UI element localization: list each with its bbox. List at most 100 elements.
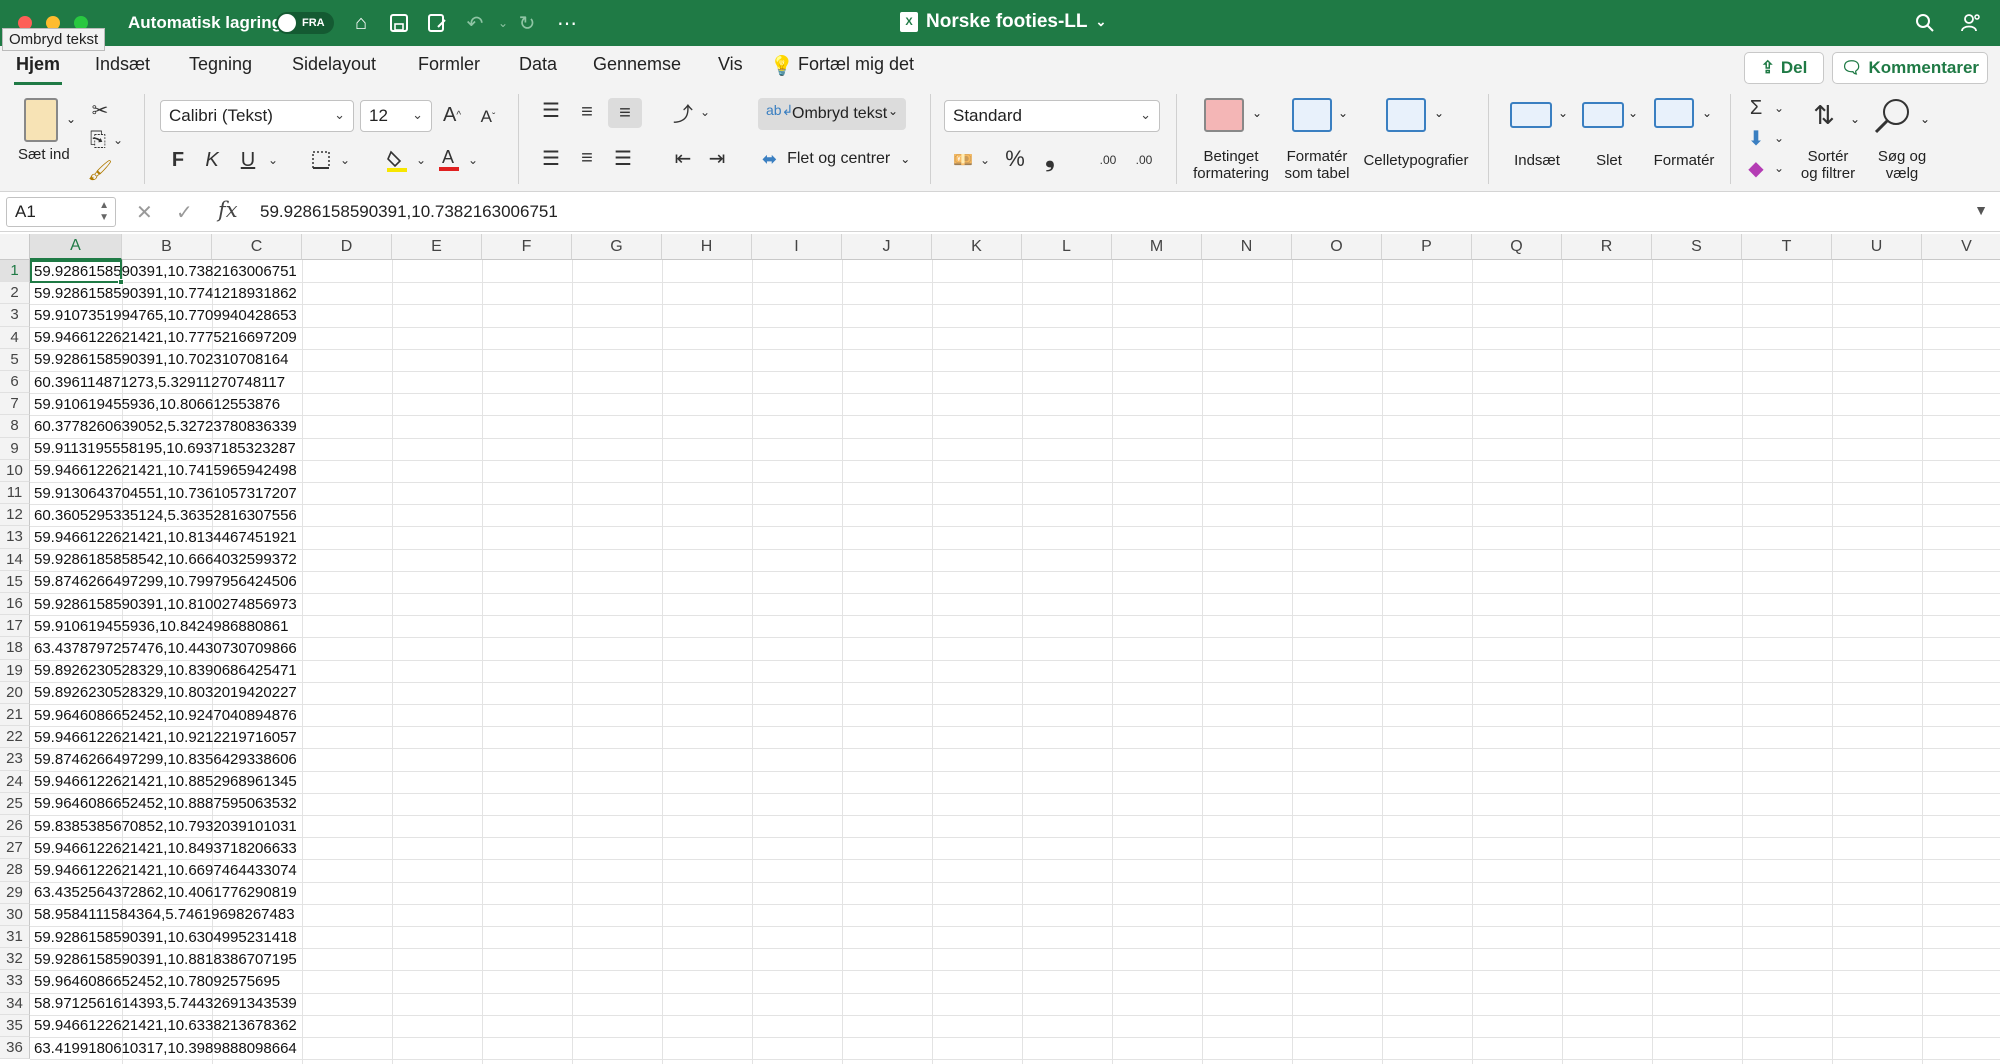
column-header-c[interactable]: C <box>212 234 302 260</box>
worksheet-grid[interactable]: A B C D E F G H I J K L M N O P Q R S T U V 1 59.9286158590391,… <box>0 234 2000 1064</box>
cell-a29[interactable]: 63.4352564372862,10.4061776290819 <box>34 882 297 904</box>
chevron-down-icon[interactable]: ⌄ <box>466 152 480 168</box>
column-header-d[interactable]: D <box>302 234 392 260</box>
cell-a8[interactable]: 60.3778260639052,5.32723780836339 <box>34 415 297 437</box>
column-header-b[interactable]: B <box>122 234 212 260</box>
column-header-j[interactable]: J <box>842 234 932 260</box>
orientation-icon[interactable]: ⤴ <box>670 100 696 126</box>
percent-button[interactable]: % <box>1002 146 1028 172</box>
cell-a14[interactable]: 59.9286185858542,10.6664032599372 <box>34 549 297 571</box>
tab-view[interactable]: Vis <box>718 54 743 75</box>
clear-icon[interactable]: ◆ <box>1744 156 1768 180</box>
chevron-down-icon[interactable]: ⌄ <box>266 152 280 168</box>
cell-a16[interactable]: 59.9286158590391,10.8100274856973 <box>34 593 297 615</box>
chevron-down-icon[interactable]: ⌄ <box>338 152 352 168</box>
chevron-down-icon[interactable]: ⌄ <box>978 152 992 168</box>
row-header[interactable]: 7 <box>0 393 30 416</box>
row-header[interactable]: 5 <box>0 348 30 371</box>
decrease-font-icon[interactable]: Aˇ <box>476 104 500 130</box>
row-header[interactable]: 3 <box>0 304 30 327</box>
tab-tell-me[interactable]: Fortæl mig det <box>798 54 914 75</box>
row-header[interactable]: 15 <box>0 570 30 593</box>
column-header-e[interactable]: E <box>392 234 482 260</box>
row-header[interactable]: 28 <box>0 859 30 882</box>
cut-icon[interactable]: ✂ <box>88 98 112 122</box>
column-header-u[interactable]: U <box>1832 234 1922 260</box>
insert-cells-button[interactable]: ⌄ Indsæt <box>1500 92 1574 188</box>
row-header[interactable]: 33 <box>0 970 30 993</box>
tab-home[interactable]: Hjem <box>16 54 60 75</box>
cell-a6[interactable]: 60.396114871273,5.32911270748117 <box>34 371 285 393</box>
column-header-q[interactable]: Q <box>1472 234 1562 260</box>
align-left-icon[interactable]: ☰ <box>538 146 564 170</box>
cell-a17[interactable]: 59.910619455936,10.8424986880861 <box>34 615 288 637</box>
cell-a2[interactable]: 59.9286158590391,10.7741218931862 <box>34 282 297 304</box>
underline-button[interactable]: U <box>236 148 260 172</box>
column-header-n[interactable]: N <box>1202 234 1292 260</box>
cell-styles-button[interactable]: ⌄ Celletypografier <box>1358 92 1474 188</box>
row-header[interactable]: 1 <box>0 260 30 283</box>
font-size-select[interactable]: 12 ⌄ <box>360 100 432 132</box>
cell-a35[interactable]: 59.9466122621421,10.6338213678362 <box>34 1015 297 1037</box>
italic-button[interactable]: K <box>200 148 224 172</box>
cell-a22[interactable]: 59.9466122621421,10.9212219716057 <box>34 726 297 748</box>
column-header-m[interactable]: M <box>1112 234 1202 260</box>
row-header[interactable]: 10 <box>0 459 30 482</box>
cell-a5[interactable]: 59.9286158590391,10.702310708164 <box>34 349 288 371</box>
row-header[interactable]: 25 <box>0 792 30 815</box>
fill-color-icon[interactable] <box>384 146 410 174</box>
wrap-text-button[interactable]: ab↲ Ombryd tekst ⌄ <box>758 98 906 130</box>
undo-dropdown-icon[interactable]: ⌄ <box>490 10 516 36</box>
tab-review[interactable]: Gennemse <box>593 54 681 75</box>
undo-icon[interactable]: ↶ <box>462 10 488 36</box>
cell-a33[interactable]: 59.9646086652452,10.78092575695 <box>34 970 280 992</box>
more-icon[interactable]: ⋯ <box>554 10 580 36</box>
row-header[interactable]: 21 <box>0 704 30 727</box>
row-header[interactable]: 2 <box>0 282 30 305</box>
cell-a32[interactable]: 59.9286158590391,10.8818386707195 <box>34 948 297 970</box>
copy-icon[interactable]: ⎘ <box>86 128 110 152</box>
redo-icon[interactable]: ↻ <box>514 10 540 36</box>
row-header[interactable]: 36 <box>0 1037 30 1060</box>
format-cells-button[interactable]: ⌄ Formatér <box>1644 92 1724 188</box>
formula-input[interactable]: 59.9286158590391,10.7382163006751 <box>260 202 558 222</box>
cell-a30[interactable]: 58.9584111584364,5.74619698267483 <box>34 904 295 926</box>
row-header[interactable]: 34 <box>0 992 30 1015</box>
decrease-indent-icon[interactable]: ⇤ <box>670 146 696 170</box>
align-center-icon[interactable]: ≡ <box>574 146 600 170</box>
comments-button[interactable]: 🗨 Kommentarer <box>1832 52 1988 84</box>
chevron-down-icon[interactable]: ⌄ <box>1772 100 1786 116</box>
expand-formula-icon[interactable]: ▼ <box>1974 202 1988 218</box>
cell-a15[interactable]: 59.8746266497299,10.7997956424506 <box>34 571 297 593</box>
row-header[interactable]: 20 <box>0 681 30 704</box>
confirm-icon[interactable]: ✓ <box>176 200 193 225</box>
row-header[interactable]: 23 <box>0 748 30 771</box>
row-header[interactable]: 31 <box>0 926 30 949</box>
cell-a28[interactable]: 59.9466122621421,10.6697464433074 <box>34 859 297 881</box>
align-top-icon[interactable]: ☰ <box>538 98 564 122</box>
chevron-down-icon[interactable]: ⌄ <box>698 104 712 120</box>
row-header[interactable]: 8 <box>0 415 30 438</box>
cell-a13[interactable]: 59.9466122621421,10.8134467451921 <box>34 526 297 548</box>
row-header[interactable]: 27 <box>0 837 30 860</box>
row-header[interactable]: 35 <box>0 1014 30 1037</box>
cell-a3[interactable]: 59.9107351994765,10.7709940428653 <box>34 304 297 326</box>
delete-cells-button[interactable]: ⌄ Slet <box>1576 92 1642 188</box>
column-header-i[interactable]: I <box>752 234 842 260</box>
row-header[interactable]: 17 <box>0 615 30 638</box>
save-icon[interactable] <box>386 10 412 36</box>
row-header[interactable]: 18 <box>0 637 30 660</box>
sort-filter-button[interactable]: ⇅ ⌄ Sortér og filtrer <box>1792 92 1864 188</box>
cell-a4[interactable]: 59.9466122621421,10.7775216697209 <box>34 327 297 349</box>
tab-insert[interactable]: Indsæt <box>95 54 150 75</box>
row-header[interactable]: 4 <box>0 326 30 349</box>
column-header-r[interactable]: R <box>1562 234 1652 260</box>
tab-data[interactable]: Data <box>519 54 557 75</box>
row-header[interactable]: 9 <box>0 437 30 460</box>
row-header[interactable]: 30 <box>0 903 30 926</box>
cell-a10[interactable]: 59.9466122621421,10.7415965942498 <box>34 460 297 482</box>
decrease-decimal-button[interactable]: .00 <box>1130 148 1158 172</box>
increase-decimal-button[interactable]: .00 <box>1094 148 1122 172</box>
accounting-format-icon[interactable]: 💴 <box>948 148 978 172</box>
column-header-v[interactable]: V <box>1922 234 2000 260</box>
